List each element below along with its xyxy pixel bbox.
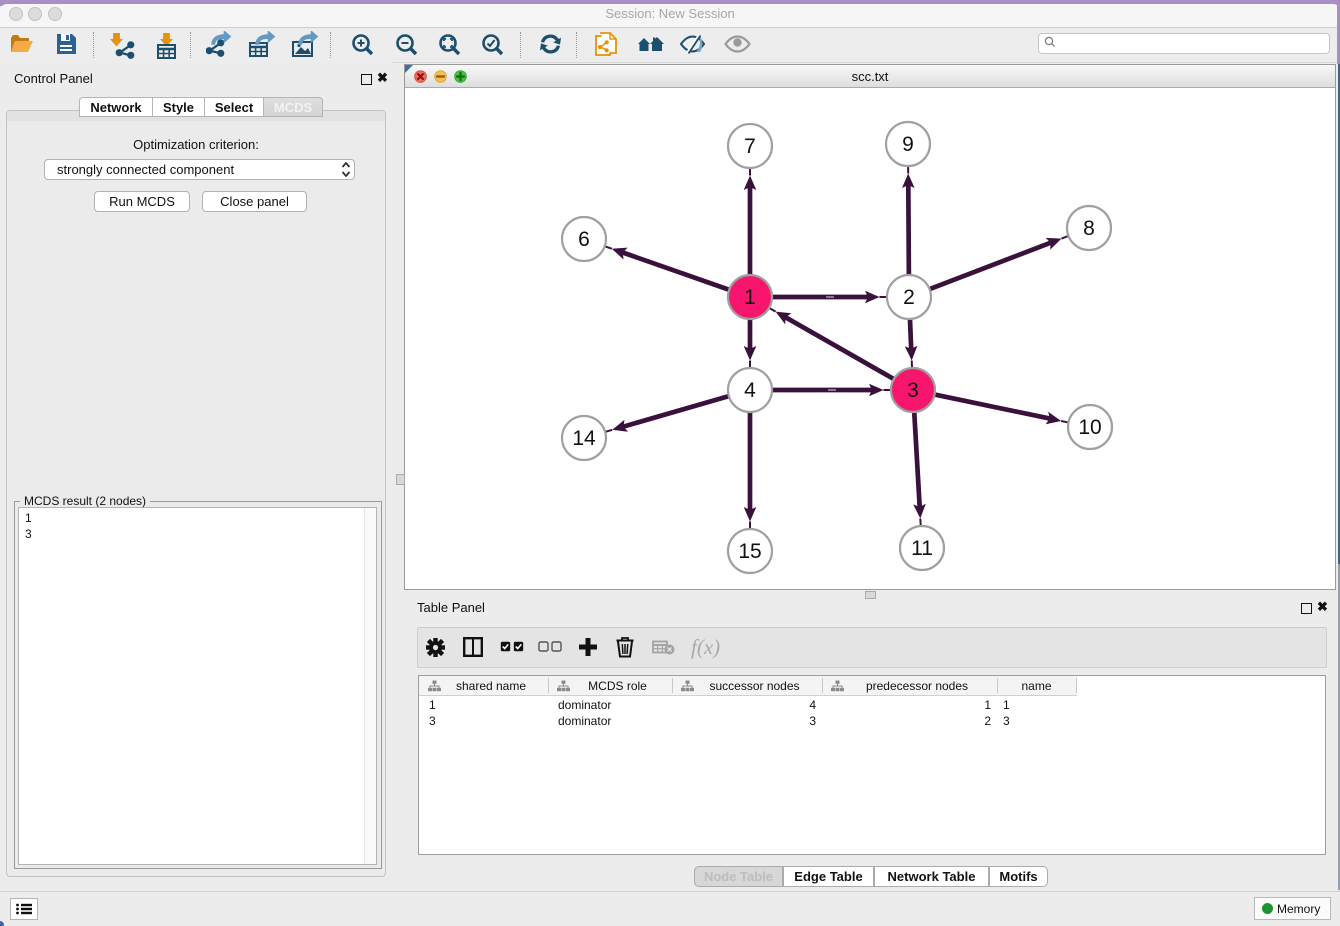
svg-text:2: 2 [903, 286, 915, 309]
svg-text:15: 15 [738, 540, 761, 563]
svg-text:8: 8 [1083, 217, 1095, 240]
svg-text:11: 11 [911, 537, 933, 560]
svg-text:6: 6 [578, 228, 590, 251]
svg-text:4: 4 [744, 379, 756, 402]
svg-text:1: 1 [744, 286, 756, 309]
svg-text:3: 3 [907, 379, 919, 402]
svg-text:9: 9 [902, 133, 914, 156]
svg-text:14: 14 [572, 427, 596, 450]
svg-text:10: 10 [1078, 416, 1101, 439]
svg-text:7: 7 [744, 135, 756, 158]
